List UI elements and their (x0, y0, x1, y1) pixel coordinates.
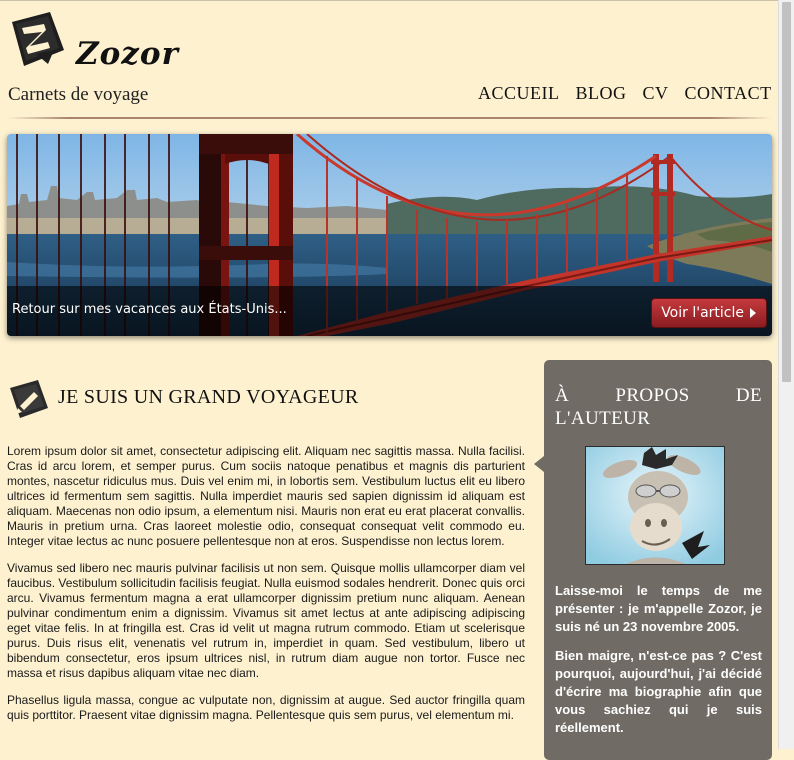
vertical-scrollbar[interactable] (778, 0, 794, 749)
about-author-text: Laisse-moi le temps de me présenter : je… (555, 582, 762, 748)
nav-accueil[interactable]: ACCUEIL (478, 83, 560, 104)
tagline: Carnets de voyage (8, 84, 149, 105)
about-paragraph: Laisse-moi le temps de me présenter : je… (555, 583, 762, 634)
author-avatar (585, 446, 725, 565)
nav-blog[interactable]: BLOG (576, 83, 627, 104)
panel-pointer (534, 456, 544, 472)
top-border (0, 0, 779, 1)
article-paragraph: Phasellus ligula massa, congue ac vulput… (7, 693, 525, 722)
nav-contact[interactable]: CONTACT (685, 83, 772, 104)
banner-caption-text: Retour sur mes vacances aux États-Unis..… (12, 302, 287, 317)
about-title-line-1: À PROPOS DE (555, 385, 762, 406)
nav-cv[interactable]: CV (643, 83, 669, 104)
brand-name[interactable]: Zozor (76, 36, 179, 72)
article-heading: JE SUIS UN GRAND VOYAGEUR (58, 386, 359, 408)
hero-banner: Retour sur mes vacances aux États-Unis..… (7, 134, 772, 336)
about-paragraph: Bien maigre, n'est-ce pas ? C'est pourqu… (555, 648, 762, 735)
article-body: Lorem ipsum dolor sit amet, consectetur … (7, 444, 525, 735)
main-nav: ACCUEIL BLOG CV CONTACT (478, 83, 772, 104)
zozor-logo-icon[interactable] (8, 10, 66, 68)
article-paragraph: Vivamus sed libero nec mauris pulvinar f… (7, 561, 525, 680)
play-arrow-icon (750, 308, 756, 318)
about-author-panel: À PROPOS DE L'AUTEUR Laisse-moi le temps… (534, 360, 772, 760)
about-title-line-2: L'AUTEUR (555, 408, 651, 429)
scrollbar-thumb[interactable] (782, 2, 791, 382)
section-stamp-icon (8, 378, 50, 420)
article-paragraph: Lorem ipsum dolor sit amet, consectetur … (7, 444, 525, 548)
view-article-button[interactable]: Voir l'article (651, 298, 767, 328)
about-author-title: À PROPOS DE L'AUTEUR (555, 384, 762, 430)
header-divider (7, 117, 772, 119)
view-article-label: Voir l'article (661, 305, 744, 321)
banner-caption-bar: Retour sur mes vacances aux États-Unis..… (7, 286, 772, 336)
